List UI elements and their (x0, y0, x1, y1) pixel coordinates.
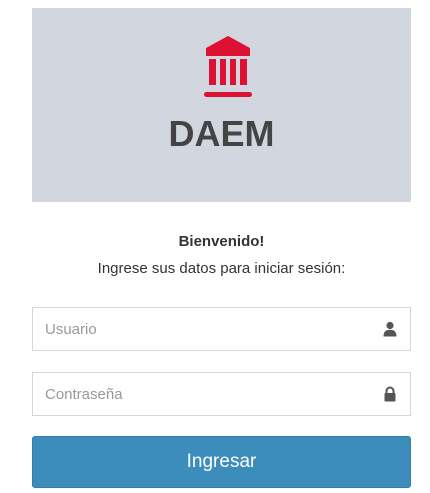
login-logo-panel: DAEM (32, 8, 411, 202)
welcome-title: Bienvenido! (178, 233, 265, 250)
username-input[interactable] (33, 308, 363, 350)
password-input[interactable] (33, 373, 363, 415)
bank-building-icon (204, 36, 252, 97)
welcome-subtitle: Ingrese sus datos para iniciar sesión: (97, 260, 346, 277)
login-submit-button[interactable]: Ingresar (32, 436, 411, 488)
username-field (32, 307, 411, 351)
password-field (32, 372, 411, 416)
user-icon (383, 321, 397, 337)
brand-title: DAEM (168, 113, 275, 154)
lock-icon (384, 386, 396, 402)
